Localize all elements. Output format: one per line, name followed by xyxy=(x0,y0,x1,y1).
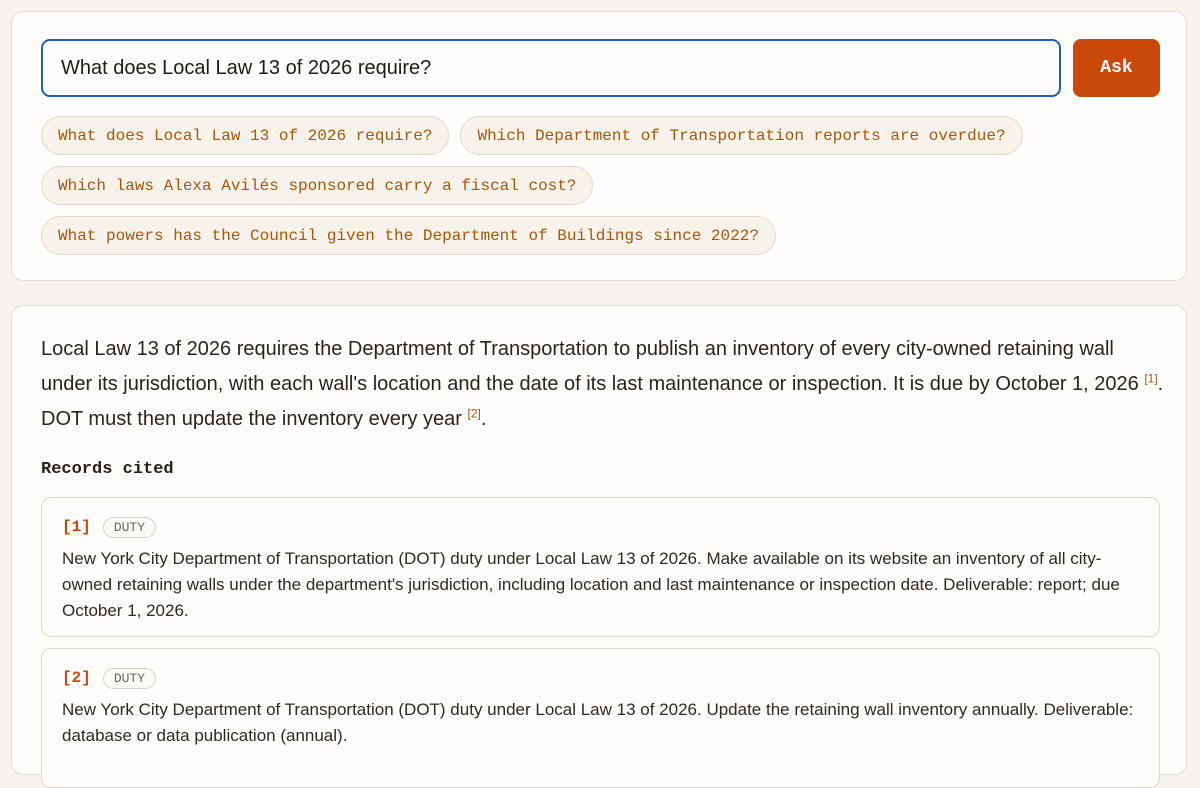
suggestion-chip-aviles-fiscal-cost[interactable]: Which laws Alexa Avilés sponsored carry … xyxy=(41,166,594,205)
record-number: [2] xyxy=(62,669,91,687)
record-text: New York City Department of Transportati… xyxy=(62,549,1120,620)
record-type-badge: DUTY xyxy=(102,667,157,689)
record-type-badge: DUTY xyxy=(102,516,157,538)
answer-text: Local Law 13 of 2026 requires the Depart… xyxy=(41,332,1166,437)
record-text: New York City Department of Transportati… xyxy=(62,700,1134,745)
records-cited-heading: Records cited xyxy=(41,460,174,479)
record-header: [1] DUTY xyxy=(62,516,1139,538)
suggestion-row: What does Local Law 13 of 2026 require? … xyxy=(41,116,1161,155)
suggestion-chip-dob-powers[interactable]: What powers has the Council given the De… xyxy=(41,216,776,255)
answer-panel: Local Law 13 of 2026 requires the Depart… xyxy=(11,305,1187,788)
suggested-questions: What does Local Law 13 of 2026 require? … xyxy=(41,116,1161,266)
record-card: [2] DUTY New York City Department of Tra… xyxy=(41,648,1160,788)
record-number: [1] xyxy=(62,518,91,536)
suggestion-chip-local-law-13[interactable]: What does Local Law 13 of 2026 require? xyxy=(41,116,450,155)
answer-part: Local Law 13 of 2026 requires the Depart… xyxy=(41,338,1145,395)
question-input[interactable] xyxy=(41,39,1061,97)
suggestion-row: What powers has the Council given the De… xyxy=(41,216,1161,255)
citation-link-2[interactable]: [2] xyxy=(468,406,481,420)
citation-link-1[interactable]: [1] xyxy=(1144,371,1157,385)
ask-button[interactable]: Ask xyxy=(1073,39,1160,97)
answer-part: . xyxy=(480,408,487,430)
record-header: [2] DUTY xyxy=(62,667,1139,689)
record-card: [1] DUTY New York City Department of Tra… xyxy=(41,497,1160,637)
suggestion-row: Which laws Alexa Avilés sponsored carry … xyxy=(41,166,1161,205)
suggestion-chip-dot-overdue-reports[interactable]: Which Department of Transportation repor… xyxy=(460,116,1023,155)
question-panel: Ask What does Local Law 13 of 2026 requi… xyxy=(11,11,1187,281)
